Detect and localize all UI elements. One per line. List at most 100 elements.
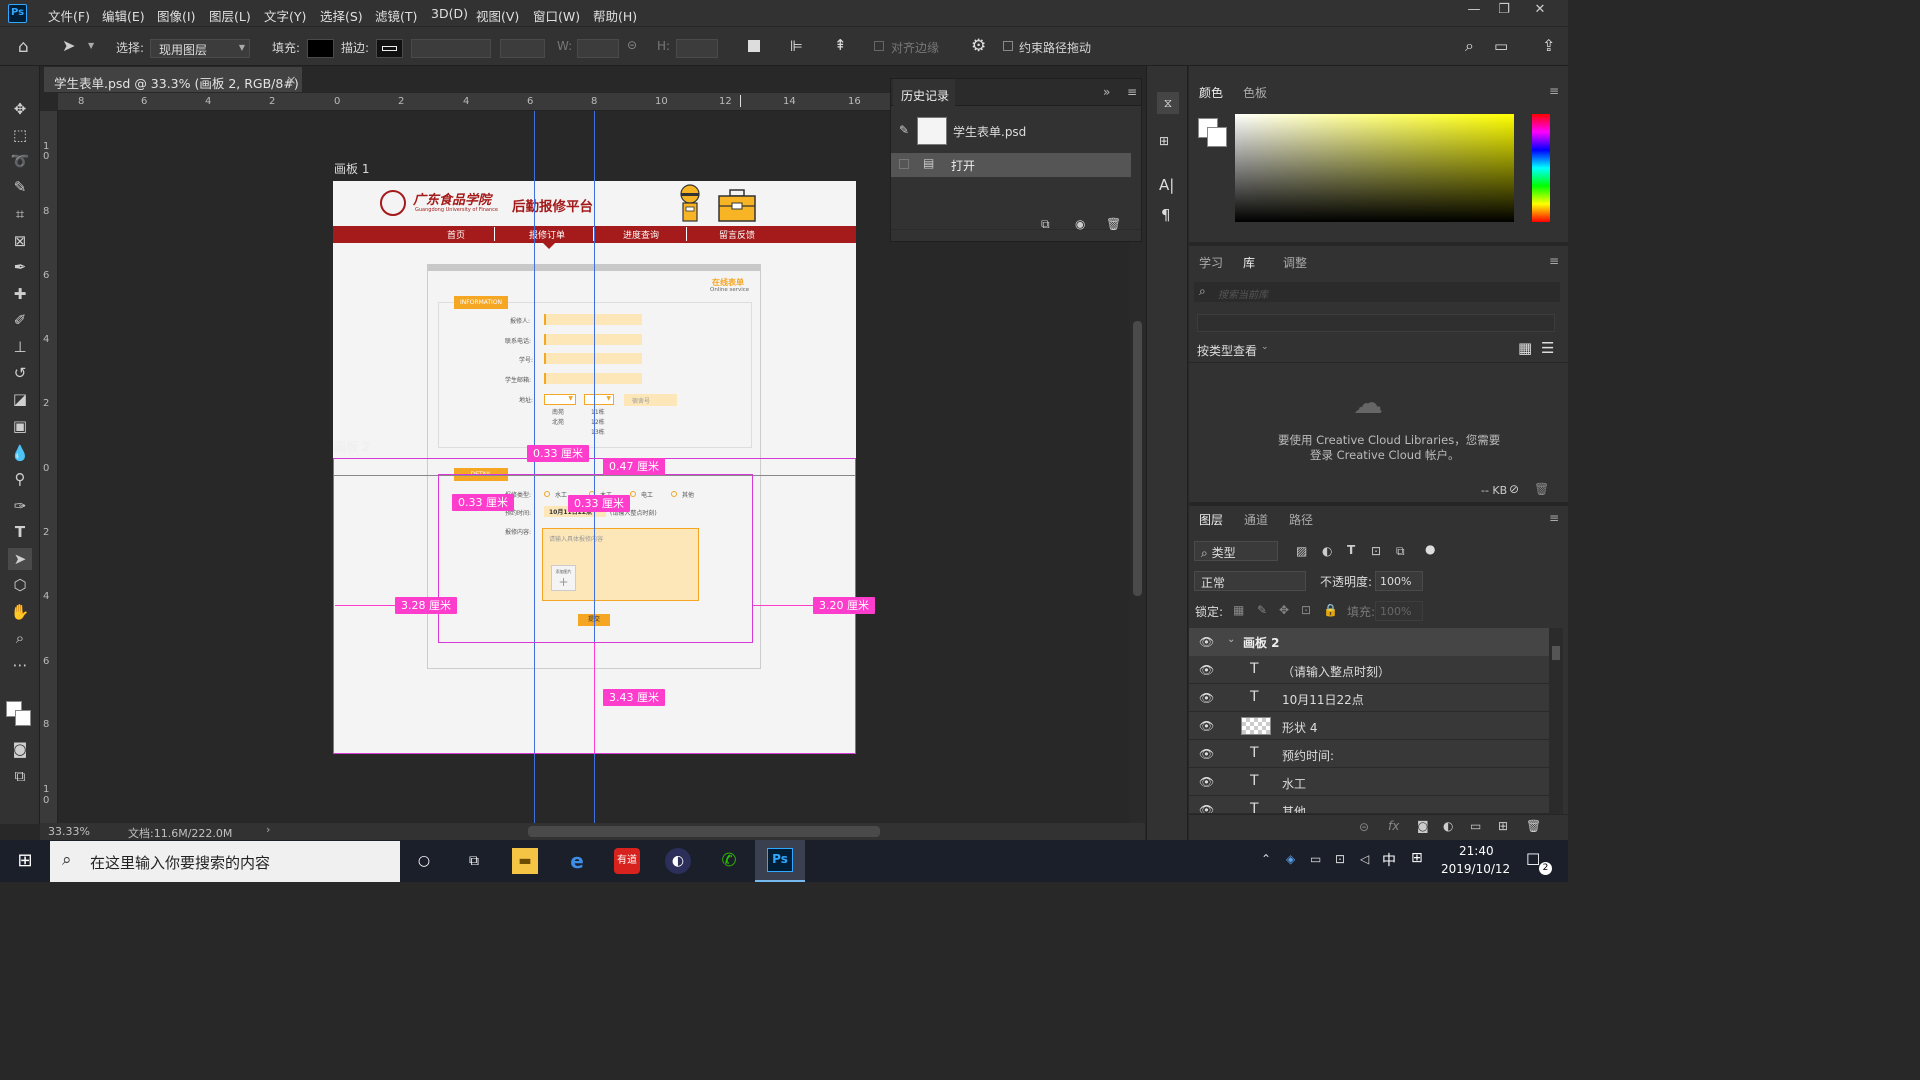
chevron-down-icon[interactable]: ⌄ (1261, 342, 1269, 352)
properties-panel-icon[interactable]: ⊞ (1159, 134, 1169, 148)
home-icon[interactable]: ⌂ (18, 37, 29, 57)
lock-position-icon[interactable]: ✥ (1279, 603, 1289, 617)
filter-toggle-icon[interactable]: ● (1425, 542, 1435, 556)
shape-filter-icon[interactable]: ⊡ (1371, 544, 1381, 558)
link-icon[interactable]: ⊝ (627, 38, 637, 52)
eye-icon[interactable]: 👁 (1199, 747, 1214, 761)
stroke-type-dropdown[interactable] (500, 39, 545, 58)
tab-libraries[interactable]: 库 (1237, 248, 1275, 274)
menu-view[interactable]: 视图(V) (476, 6, 519, 25)
path-operations-icon[interactable] (748, 40, 760, 52)
trash-icon[interactable]: 🗑 (1526, 819, 1541, 833)
lock-pixels-icon[interactable]: ✎ (1257, 603, 1267, 617)
view-by-dropdown[interactable]: 按类型查看 (1197, 342, 1257, 359)
close-tab-icon[interactable]: × (286, 72, 296, 87)
search-icon[interactable]: ⌕ (1465, 36, 1474, 56)
fill-field[interactable]: 100% (1375, 601, 1423, 621)
align-edges-checkbox[interactable] (874, 41, 884, 51)
menu-file[interactable]: 文件(F) (48, 6, 90, 25)
youdao-icon[interactable]: 有道 (614, 848, 640, 874)
panel-menu-icon[interactable]: ≡ (1549, 254, 1559, 268)
network-icon[interactable]: ⊡ (1335, 852, 1345, 866)
constrain-path-checkbox[interactable] (1003, 41, 1013, 51)
nav-home[interactable]: 首页 (447, 228, 465, 241)
history-brush-tool-icon[interactable]: ↺ (8, 362, 32, 384)
tab-color[interactable]: 颜色 (1199, 84, 1223, 101)
layer-group-row[interactable]: 👁 ⌄ 画板 2 (1189, 628, 1549, 656)
path-alignment-icon[interactable]: ⊫ (790, 37, 803, 55)
panel-menu-icon[interactable]: ≡ (1549, 84, 1559, 98)
camera-icon[interactable]: ◉ (1075, 217, 1085, 231)
marquee-tool-icon[interactable]: ⬚ (8, 124, 32, 146)
blend-mode-dropdown[interactable]: 正常 (1194, 571, 1306, 591)
chevron-down-icon[interactable]: ⌄ (1227, 634, 1235, 645)
path-selection-tool-icon[interactable]: ➤ (8, 548, 32, 570)
edge-browser-icon[interactable]: e (564, 848, 590, 874)
file-explorer-icon[interactable]: ▬ (512, 848, 538, 874)
stroke-width-field[interactable] (411, 39, 491, 58)
campus-option[interactable]: 北苑 (552, 417, 564, 426)
fill-swatch[interactable] (307, 39, 334, 58)
room-input[interactable]: 宿舍号 (624, 394, 677, 406)
history-state-checkbox[interactable] (899, 159, 909, 169)
height-field[interactable] (676, 39, 718, 58)
dodge-tool-icon[interactable]: ⚲ (8, 468, 32, 490)
minimize-icon[interactable]: — (1460, 2, 1488, 22)
campus-option[interactable]: 南苑 (552, 407, 564, 416)
menu-select[interactable]: 选择(S) (320, 6, 363, 25)
list-view-icon[interactable]: ☰ (1541, 339, 1554, 357)
student-id-input[interactable] (544, 353, 642, 364)
move-tool-icon[interactable]: ✥ (8, 98, 32, 120)
eclipse-icon[interactable]: ◐ (665, 848, 691, 874)
restore-icon[interactable]: ❐ (1490, 2, 1518, 22)
email-input[interactable] (544, 373, 642, 384)
healing-brush-tool-icon[interactable]: ✚ (8, 283, 32, 305)
lasso-tool-icon[interactable]: ➰ (8, 150, 32, 172)
cloud-sync-icon[interactable]: ⊘ (1509, 482, 1519, 496)
status-arrow-icon[interactable]: › (266, 823, 270, 836)
campus-select[interactable]: ▼ (544, 394, 576, 405)
wechat-icon[interactable]: ✆ (716, 848, 742, 874)
chevron-down-icon[interactable]: ▼ (88, 41, 94, 50)
tray-app-icon[interactable]: ◈ (1286, 852, 1295, 866)
workspace-icon[interactable]: ▭ (1494, 37, 1508, 55)
layer-row[interactable]: 👁 T 水工 (1189, 768, 1549, 796)
lock-all-icon[interactable]: 🔒 (1323, 603, 1338, 617)
screen-mode-icon[interactable]: ⧉ (8, 765, 32, 787)
zoom-level[interactable]: 33.33% (48, 825, 90, 838)
menu-help[interactable]: 帮助(H) (593, 6, 637, 25)
history-state-row[interactable]: ▤ 打开 (891, 153, 1131, 177)
brush-tool-icon[interactable]: ✐ (8, 309, 32, 331)
layer-mask-icon[interactable]: ◙ (1417, 819, 1429, 833)
history-snapshot-row[interactable]: ✎ 学生表单.psd (891, 113, 1131, 149)
more-tools-icon[interactable]: ⋯ (8, 654, 32, 676)
tab-learn[interactable]: 学习 (1199, 254, 1223, 271)
quick-select-tool-icon[interactable]: ✎ (8, 176, 32, 198)
tab-paths[interactable]: 路径 (1289, 511, 1313, 528)
taskbar-photoshop-active[interactable]: Ps (755, 840, 805, 882)
document-tab[interactable]: 学生表单.psd @ 33.3% (画板 2, RGB/8#) × (44, 67, 302, 92)
path-arrangement-icon[interactable]: ⇞ (834, 36, 847, 54)
artboard-2-label[interactable]: 画板 2 (334, 438, 371, 455)
layer-row[interactable]: 👁 T 预约时间: (1189, 740, 1549, 768)
building-select[interactable]: ▼ (584, 394, 614, 405)
gradient-tool-icon[interactable]: ▣ (8, 415, 32, 437)
clock-date[interactable]: 2019/10/12 (1441, 862, 1510, 876)
collapse-icon[interactable]: » (1103, 85, 1110, 99)
library-dropdown[interactable] (1197, 314, 1555, 332)
name-input[interactable] (544, 314, 642, 325)
history-tab[interactable]: 历史记录 (893, 79, 955, 107)
smart-object-filter-icon[interactable]: ⧉ (1396, 544, 1405, 559)
layers-scrollbar[interactable] (1549, 628, 1563, 814)
menu-layer[interactable]: 图层(L) (209, 6, 251, 25)
width-field[interactable] (577, 39, 619, 58)
ime-indicator[interactable]: 中 (1382, 850, 1396, 870)
history-panel-icon[interactable]: ⧖ (1157, 92, 1179, 114)
layer-row[interactable]: 👁 T 10月11日22点 (1189, 684, 1549, 712)
photoshop-logo-icon[interactable]: Ps (8, 4, 27, 23)
phone-input[interactable] (544, 334, 642, 345)
library-search[interactable]: ⌕ 搜索当前库 (1194, 282, 1560, 302)
cortana-icon[interactable]: ○ (411, 848, 437, 874)
eraser-tool-icon[interactable]: ◪ (8, 388, 32, 410)
background-color-swatch[interactable] (15, 710, 31, 726)
